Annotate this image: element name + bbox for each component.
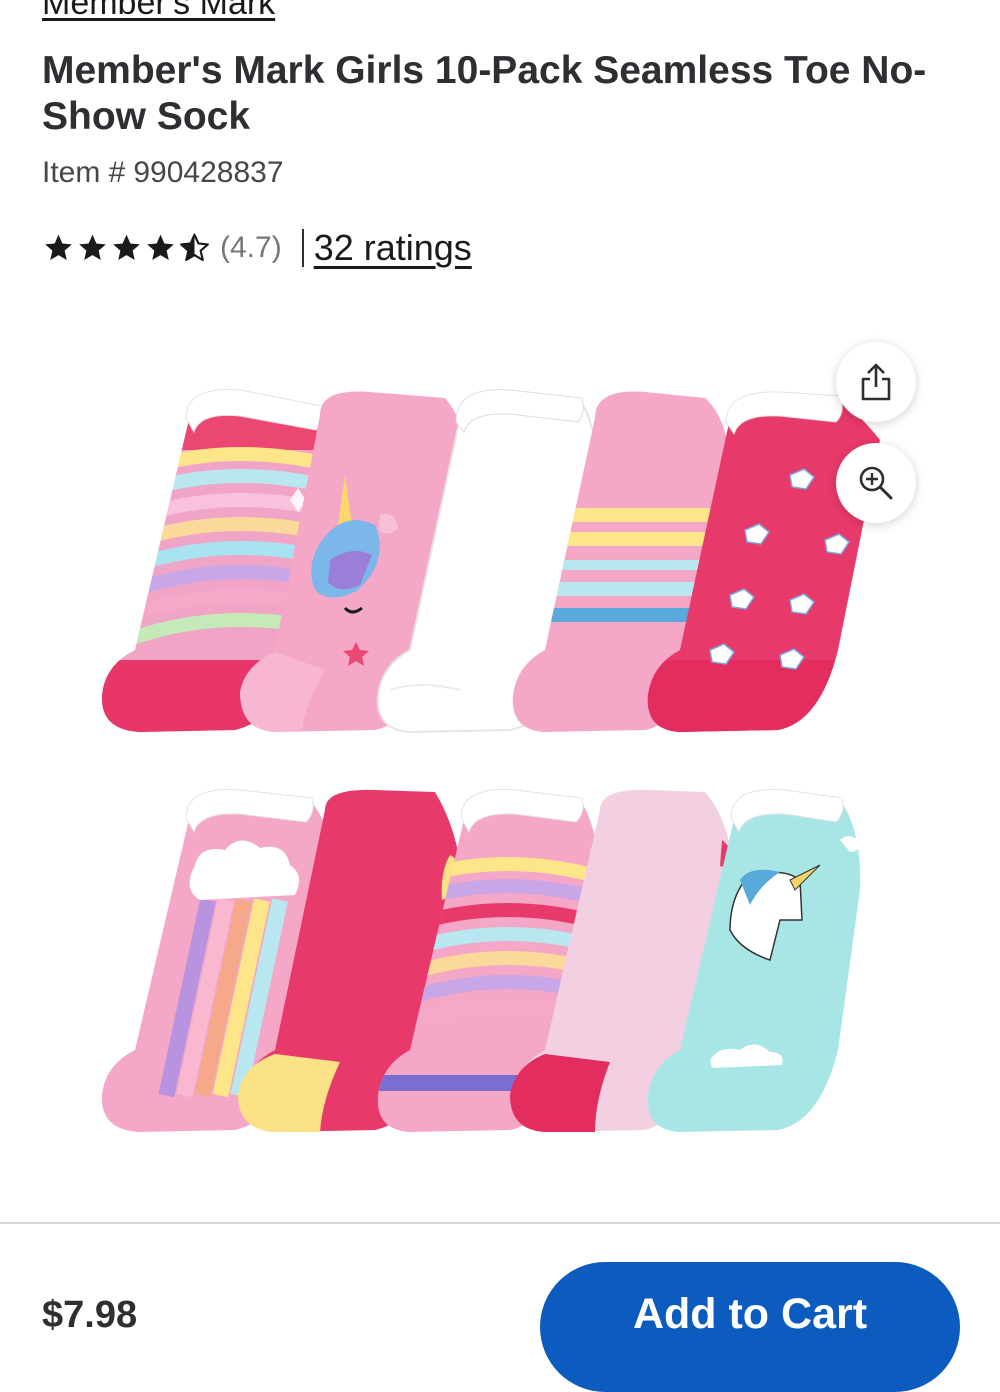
star-icon <box>147 234 174 260</box>
brand-link[interactable]: Member's Mark <box>42 0 275 20</box>
rating-divider <box>301 229 304 267</box>
share-button[interactable] <box>836 342 916 422</box>
rating-value: (4.7) <box>220 231 282 264</box>
zoom-button[interactable] <box>836 443 916 523</box>
star-rating <box>42 232 212 264</box>
product-title: Member's Mark Girls 10-Pack Seamless Toe… <box>42 49 927 138</box>
product-image[interactable] <box>90 360 910 1160</box>
half-star-icon <box>180 233 209 262</box>
star-icon <box>113 234 140 260</box>
footer-divider <box>0 1222 1000 1224</box>
item-number: Item #990428837 <box>42 158 284 188</box>
star-icon <box>45 234 72 260</box>
price: $7.98 <box>42 1294 138 1336</box>
item-number-label: Item # <box>42 156 126 189</box>
share-icon <box>861 363 891 401</box>
zoom-in-icon <box>859 466 893 500</box>
add-to-cart-button[interactable]: Add to Cart <box>540 1262 960 1392</box>
ratings-link[interactable]: 32 ratings <box>314 227 472 269</box>
rating-row: (4.7) 32 ratings <box>42 226 472 270</box>
item-number-value: 990428837 <box>133 156 284 189</box>
star-icon <box>79 234 106 260</box>
